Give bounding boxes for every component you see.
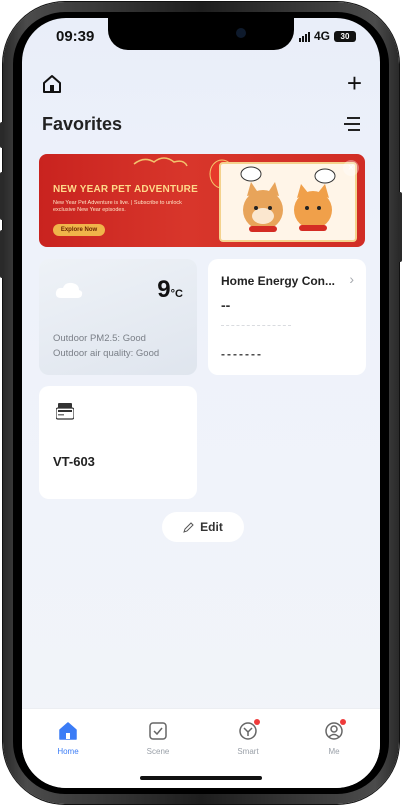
pm25-status: Outdoor PM2.5: Good — [53, 333, 146, 344]
chevron-right-icon: › — [349, 271, 354, 287]
nav-me[interactable]: Me — [304, 719, 364, 756]
nav-home-label: Home — [57, 747, 79, 756]
smart-icon — [238, 719, 260, 741]
scene-icon — [149, 722, 167, 740]
divider — [221, 325, 291, 326]
nav-me-label: Me — [328, 747, 340, 756]
front-camera — [236, 28, 246, 38]
banner-title: NEW YEAR PET ADVENTURE — [53, 184, 198, 195]
device-card[interactable]: VT-603 — [39, 386, 197, 499]
pencil-icon — [183, 521, 194, 533]
banner-close-icon[interactable]: × — [343, 160, 359, 176]
nav-home[interactable]: Home — [38, 721, 98, 756]
cloud-icon — [55, 282, 83, 298]
weather-card[interactable]: 9°C Outdoor PM2.5: Good Outdoor air qual… — [39, 259, 197, 375]
notification-dot — [254, 719, 260, 725]
nav-scene-label: Scene — [146, 747, 170, 756]
signal-icon — [298, 31, 310, 42]
home-energy-card[interactable]: Home Energy Con... › -- ------- — [208, 259, 366, 375]
notch — [108, 18, 294, 50]
menu-icon[interactable] — [342, 116, 360, 132]
status-indicators: 4G 30 — [298, 29, 356, 43]
home-icon — [59, 722, 77, 740]
energy-value: -- — [221, 297, 231, 313]
nav-smart[interactable]: Smart — [218, 719, 278, 756]
explore-now-button[interactable]: Explore Now — [53, 224, 105, 236]
volume-down-button — [0, 230, 4, 278]
page-title: Favorites — [42, 114, 123, 134]
edit-button-label: Edit — [200, 520, 223, 534]
energy-title: Home Energy Con... — [221, 274, 336, 288]
edit-button[interactable]: Edit — [162, 512, 244, 542]
volume-up-button — [0, 172, 4, 220]
air-quality-status: Outdoor air quality: Good — [53, 348, 160, 359]
network-type: 4G — [313, 29, 330, 43]
mute-switch — [0, 122, 4, 148]
promo-banner[interactable]: NEW YEAR PET ADVENTURE New Year Pet Adve… — [39, 154, 365, 247]
banner-subtitle: New Year Pet Adventure is live. | Subscr… — [53, 200, 182, 213]
notification-dot — [340, 719, 346, 725]
temperature-unit: °C — [170, 288, 183, 300]
temperature: 9°C — [157, 276, 183, 304]
app-screen: 09:39 4G 30 + Favorites NEW YEAR PET ADV… — [22, 18, 380, 788]
battery-icon: 30 — [334, 30, 356, 42]
device-name: VT-603 — [53, 454, 95, 469]
pets-icon — [240, 166, 336, 232]
pet-illustration — [219, 162, 357, 242]
device-icon — [56, 403, 74, 420]
status-time: 09:39 — [56, 28, 95, 45]
bottom-nav: Home Scene Smart Me — [22, 708, 380, 788]
profile-icon — [324, 719, 346, 741]
temperature-value: 9 — [157, 276, 171, 303]
add-device-icon[interactable]: + — [347, 70, 362, 96]
energy-placeholder: ------- — [221, 347, 263, 361]
cloud-ornament-icon — [133, 157, 188, 167]
nav-scene[interactable]: Scene — [128, 721, 188, 756]
home-indicator — [140, 776, 262, 780]
nav-smart-label: Smart — [237, 747, 259, 756]
home-icon[interactable] — [42, 74, 62, 94]
power-button — [398, 192, 402, 262]
